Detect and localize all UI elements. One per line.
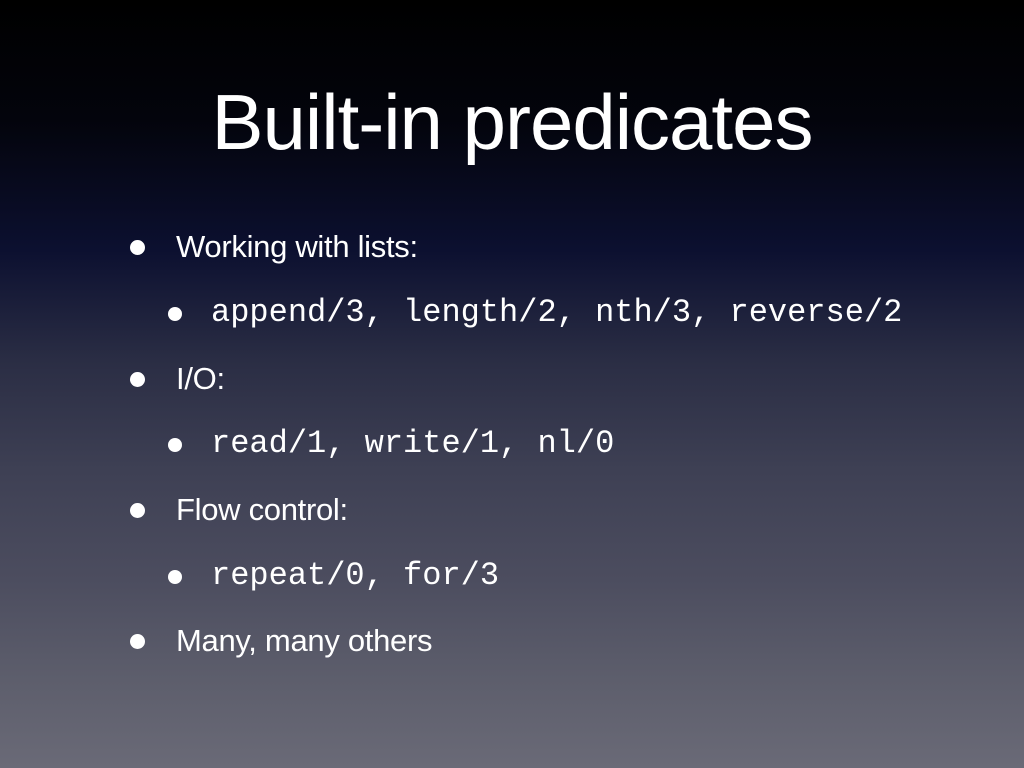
- slide-title: Built-in predicates: [211, 78, 814, 166]
- bullet-dot-icon: [168, 307, 182, 321]
- bullet-dot-icon: [130, 503, 145, 518]
- sub-bullet-code: append/3, length/2, nth/3, reverse/2: [211, 294, 903, 331]
- sub-bullet-code: read/1, write/1, nl/0: [211, 425, 615, 462]
- bullet-dot-icon: [168, 438, 182, 452]
- bullet-dot-icon: [130, 240, 145, 255]
- bullet-dot-icon: [168, 570, 182, 584]
- bullet-dot-icon: [130, 634, 145, 649]
- bullet-text: I/O:: [176, 361, 225, 396]
- bullet-text: Flow control:: [176, 492, 348, 527]
- bullet-dot-icon: [130, 372, 145, 387]
- bullet-text: Many, many others: [176, 623, 433, 658]
- bullet-text: Working with lists:: [176, 229, 418, 264]
- sub-bullet-code: repeat/0, for/3: [211, 557, 500, 594]
